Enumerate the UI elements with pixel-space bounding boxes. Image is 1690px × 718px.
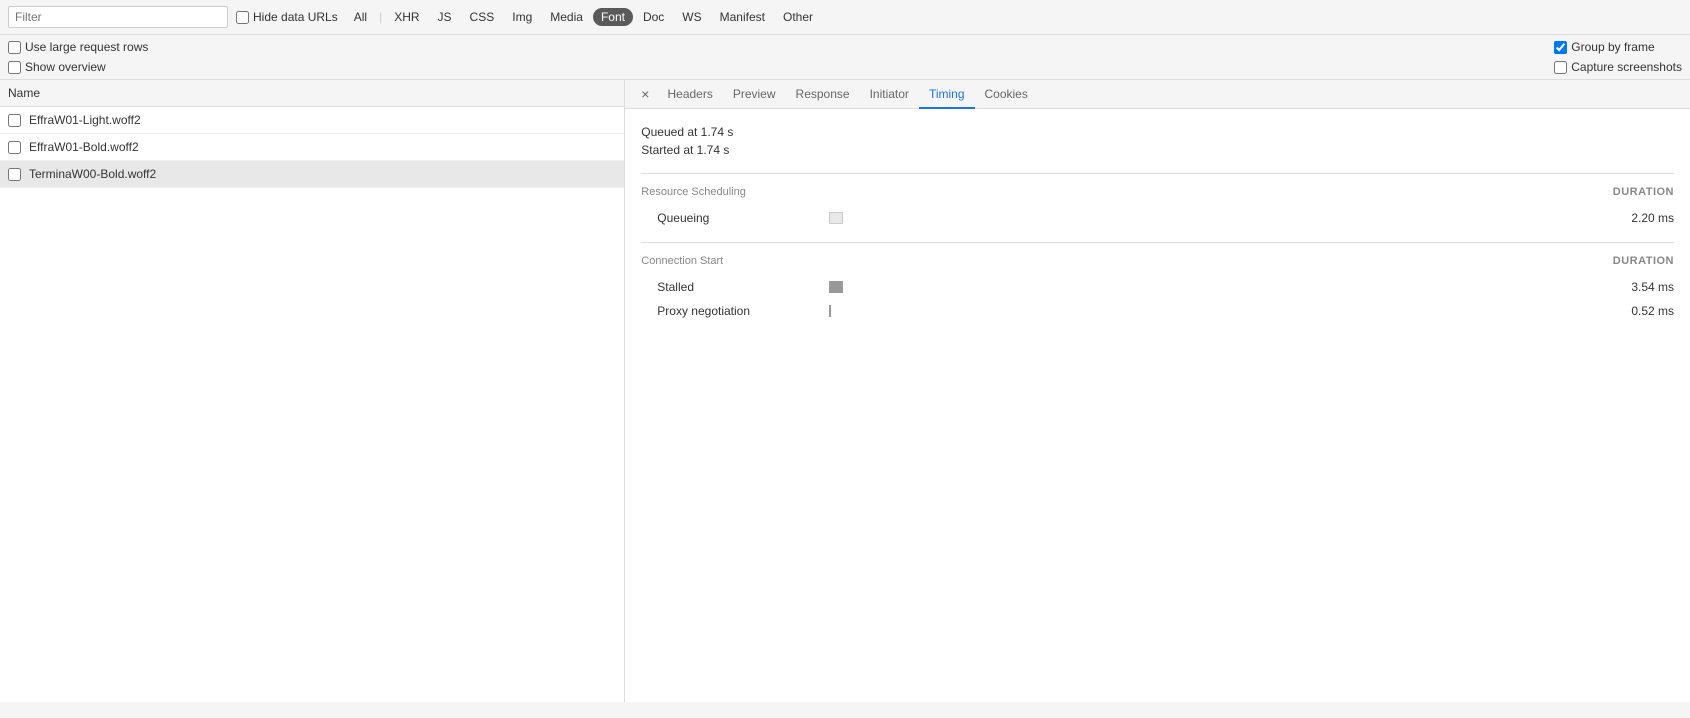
filter-btn-font[interactable]: Font — [593, 8, 633, 26]
filter-btn-media[interactable]: Media — [542, 8, 591, 26]
proxy-label: Proxy negotiation — [657, 304, 817, 318]
timing-row-queueing: Queueing 2.20 ms — [641, 206, 1674, 230]
divider-2 — [641, 242, 1674, 243]
filter-btn-xhr[interactable]: XHR — [386, 8, 427, 26]
filter-btn-doc[interactable]: Doc — [635, 8, 672, 26]
started-at: Started at 1.74 s — [641, 143, 1674, 157]
filter-btn-all[interactable]: All — [346, 8, 375, 26]
show-overview-checkbox[interactable] — [8, 61, 21, 74]
proxy-bar — [829, 305, 831, 317]
queueing-bar-area — [829, 212, 1592, 224]
filter-types-bar: All | XHR JS CSS Img Media Font Doc WS M… — [346, 8, 821, 26]
connection-start-duration-label: DURATION — [1613, 255, 1674, 267]
stalled-value: 3.54 ms — [1604, 280, 1674, 294]
stalled-bar — [829, 281, 843, 293]
filter-btn-img[interactable]: Img — [504, 8, 540, 26]
filter-btn-ws[interactable]: WS — [674, 8, 709, 26]
queueing-label: Queueing — [657, 211, 817, 225]
request-checkbox-1[interactable] — [8, 141, 21, 154]
show-overview-label[interactable]: Show overview — [8, 60, 148, 74]
tab-response[interactable]: Response — [786, 81, 860, 109]
capture-screenshots-label[interactable]: Capture screenshots — [1554, 60, 1682, 74]
resource-scheduling-title: Resource Scheduling — [641, 186, 746, 198]
large-rows-checkbox[interactable] — [8, 41, 21, 54]
tab-initiator[interactable]: Initiator — [860, 81, 919, 109]
toolbar-row: Hide data URLs All | XHR JS CSS Img Medi… — [0, 0, 1690, 35]
large-rows-label[interactable]: Use large request rows — [8, 40, 148, 54]
main-area: Name EffraW01-Light.woff2 EffraW01-Bold.… — [0, 80, 1690, 702]
capture-screenshots-checkbox[interactable] — [1554, 61, 1567, 74]
left-panel: Name EffraW01-Light.woff2 EffraW01-Bold.… — [0, 80, 625, 702]
proxy-value: 0.52 ms — [1604, 304, 1674, 318]
request-list: EffraW01-Light.woff2 EffraW01-Bold.woff2… — [0, 107, 624, 188]
group-by-frame-checkbox[interactable] — [1554, 41, 1567, 54]
hide-data-urls-label[interactable]: Hide data URLs — [236, 10, 338, 24]
right-panel: × Headers Preview Response Initiator Tim… — [625, 80, 1690, 702]
timing-content: Queued at 1.74 s Started at 1.74 s Resou… — [625, 109, 1690, 339]
request-checkbox-0[interactable] — [8, 114, 21, 127]
timing-meta: Queued at 1.74 s Started at 1.74 s — [641, 125, 1674, 157]
filter-btn-css[interactable]: CSS — [462, 8, 503, 26]
request-item-selected[interactable]: TerminaW00-Bold.woff2 — [0, 161, 624, 188]
divider-1 — [641, 173, 1674, 174]
stalled-bar-area — [829, 281, 1592, 293]
resource-scheduling-duration-label: DURATION — [1613, 186, 1674, 198]
proxy-bar-area — [829, 305, 1592, 317]
connection-start-header: Connection Start DURATION — [641, 255, 1674, 267]
connection-start-title: Connection Start — [641, 255, 723, 267]
close-detail-button[interactable]: × — [633, 80, 657, 108]
timing-row-stalled: Stalled 3.54 ms — [641, 275, 1674, 299]
request-item[interactable]: EffraW01-Bold.woff2 — [0, 134, 624, 161]
options-right: Group by frame Capture screenshots — [1554, 40, 1682, 74]
filter-btn-manifest[interactable]: Manifest — [712, 8, 773, 26]
queued-at: Queued at 1.74 s — [641, 125, 1674, 139]
detail-tabs: × Headers Preview Response Initiator Tim… — [625, 80, 1690, 109]
options-left: Use large request rows Show overview — [8, 40, 148, 74]
tab-timing[interactable]: Timing — [919, 81, 975, 109]
stalled-label: Stalled — [657, 280, 817, 294]
timing-row-proxy: Proxy negotiation 0.52 ms — [641, 299, 1674, 323]
queueing-bar — [829, 212, 843, 224]
tab-cookies[interactable]: Cookies — [975, 81, 1038, 109]
queueing-value: 2.20 ms — [1604, 211, 1674, 225]
request-checkbox-2[interactable] — [8, 168, 21, 181]
resource-scheduling-header: Resource Scheduling DURATION — [641, 186, 1674, 198]
filter-btn-other[interactable]: Other — [775, 8, 821, 26]
request-item[interactable]: EffraW01-Light.woff2 — [0, 107, 624, 134]
tab-preview[interactable]: Preview — [723, 81, 786, 109]
name-column-header: Name — [0, 80, 624, 107]
options-row: Use large request rows Show overview Gro… — [0, 35, 1690, 80]
filter-btn-js[interactable]: JS — [430, 8, 460, 26]
tab-headers[interactable]: Headers — [657, 81, 722, 109]
group-by-frame-label[interactable]: Group by frame — [1554, 40, 1682, 54]
filter-input[interactable] — [8, 6, 228, 28]
hide-data-urls-checkbox[interactable] — [236, 11, 249, 24]
